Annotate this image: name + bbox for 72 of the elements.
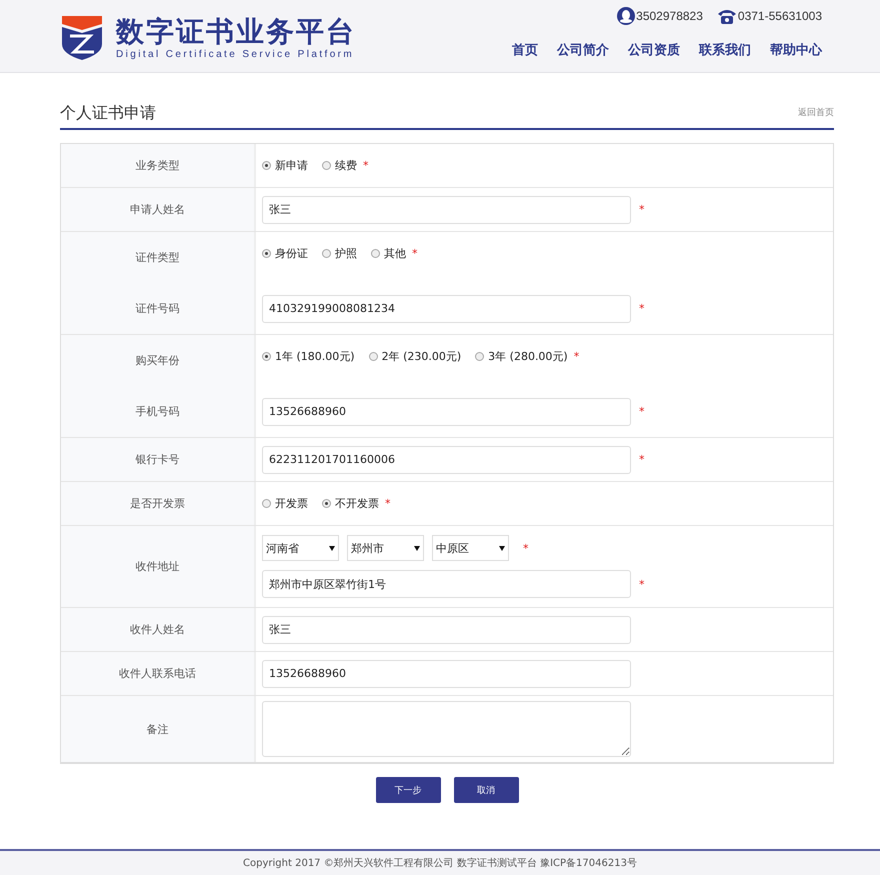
dropdown[interactable]: 郑州市	[347, 535, 424, 561]
input-field[interactable]: 410329199008081234	[262, 294, 631, 322]
radio-button[interactable]	[262, 499, 271, 508]
required-mark: *	[639, 453, 644, 466]
required-mark: *	[639, 578, 644, 590]
radio-button[interactable]	[262, 161, 271, 170]
field-label: 证件号码	[134, 301, 180, 316]
field-label: 购买年份	[134, 353, 180, 368]
radio-label[interactable]: 其他	[384, 246, 406, 261]
radio-button[interactable]	[475, 352, 484, 361]
radio-button[interactable]	[322, 249, 331, 258]
site-subtitle: Digital Certificate Service Platform	[116, 48, 356, 60]
radio-label[interactable]: 开发票	[275, 496, 308, 511]
field-label: 收件地址	[134, 559, 180, 574]
copyright-text: Copyright 2017 ©郑州天兴软件工程有限公司 数字证书测试平台 豫ICP备17046213号	[243, 856, 637, 870]
nav-link[interactable]: 帮助中心	[751, 41, 822, 59]
caret-icon	[329, 546, 335, 550]
input-field[interactable]: 13526688960	[262, 398, 631, 426]
field-label: 备注	[146, 722, 170, 736]
required-mark: *	[523, 542, 528, 554]
phone-icon	[716, 8, 737, 24]
required-mark: *	[574, 350, 580, 363]
remarks-field[interactable]	[262, 701, 631, 757]
field-label: 申请人姓名	[129, 202, 186, 217]
radio-label[interactable]: 3年 (280.00元)	[488, 349, 568, 364]
field-label: 收件人姓名	[129, 622, 186, 637]
required-mark: *	[639, 405, 644, 418]
required-mark: *	[639, 302, 644, 315]
radio-button[interactable]	[322, 499, 331, 508]
radio-button[interactable]	[322, 161, 331, 170]
radio-label[interactable]: 新申请	[275, 158, 308, 173]
caret-icon	[414, 546, 420, 550]
page-title: 个人证书申请	[60, 103, 156, 124]
field-label: 是否开发票	[129, 496, 186, 511]
action-button[interactable]: 取消	[454, 777, 518, 803]
required-mark: *	[639, 203, 644, 216]
back-home-link[interactable]: 返回首页	[798, 106, 834, 124]
radio-label[interactable]: 不开发票	[335, 496, 379, 511]
site-title: 数字证书业务平台	[116, 14, 356, 48]
field-label: 银行卡号	[134, 452, 180, 467]
field-label: 证件类型	[134, 250, 180, 265]
radio-button[interactable]	[368, 352, 378, 361]
radio-button[interactable]	[262, 249, 271, 258]
radio-label[interactable]: 2年 (230.00元)	[382, 349, 462, 364]
input-field[interactable]: 张三	[262, 196, 631, 224]
shield-logo-icon	[60, 14, 104, 60]
field-label: 业务类型	[134, 158, 180, 173]
required-mark: *	[363, 159, 368, 172]
radio-button[interactable]	[371, 249, 380, 258]
caret-icon	[499, 546, 505, 550]
contact-number: 3502978823	[636, 9, 703, 23]
nav-link[interactable]: 公司资质	[609, 41, 680, 59]
required-mark: *	[412, 247, 418, 260]
radio-label[interactable]: 护照	[335, 246, 357, 261]
contact-number: 0371-55631003	[738, 9, 822, 23]
input-field[interactable]: 张三	[262, 616, 631, 644]
nav-link[interactable]: 联系我们	[680, 41, 751, 59]
nav-link[interactable]: 首页	[467, 41, 538, 59]
action-button[interactable]: 下一步	[376, 777, 440, 803]
radio-button[interactable]	[262, 352, 271, 361]
field-label: 手机号码	[134, 404, 180, 419]
radio-label[interactable]: 续费	[335, 158, 357, 173]
radio-label[interactable]: 身份证	[275, 246, 308, 261]
required-mark: *	[385, 497, 390, 510]
input-field[interactable]: 郑州市中原区翠竹街1号	[262, 570, 631, 598]
dropdown[interactable]: 河南省	[262, 535, 339, 561]
dropdown[interactable]: 中原区	[432, 535, 509, 561]
radio-label[interactable]: 1年 (180.00元)	[275, 349, 355, 364]
input-field[interactable]: 13526688960	[262, 660, 631, 688]
input-field[interactable]: 622311201701160006	[262, 446, 631, 474]
nav-link[interactable]: 公司简介	[538, 41, 609, 59]
field-label: 收件人联系电话	[118, 666, 197, 681]
